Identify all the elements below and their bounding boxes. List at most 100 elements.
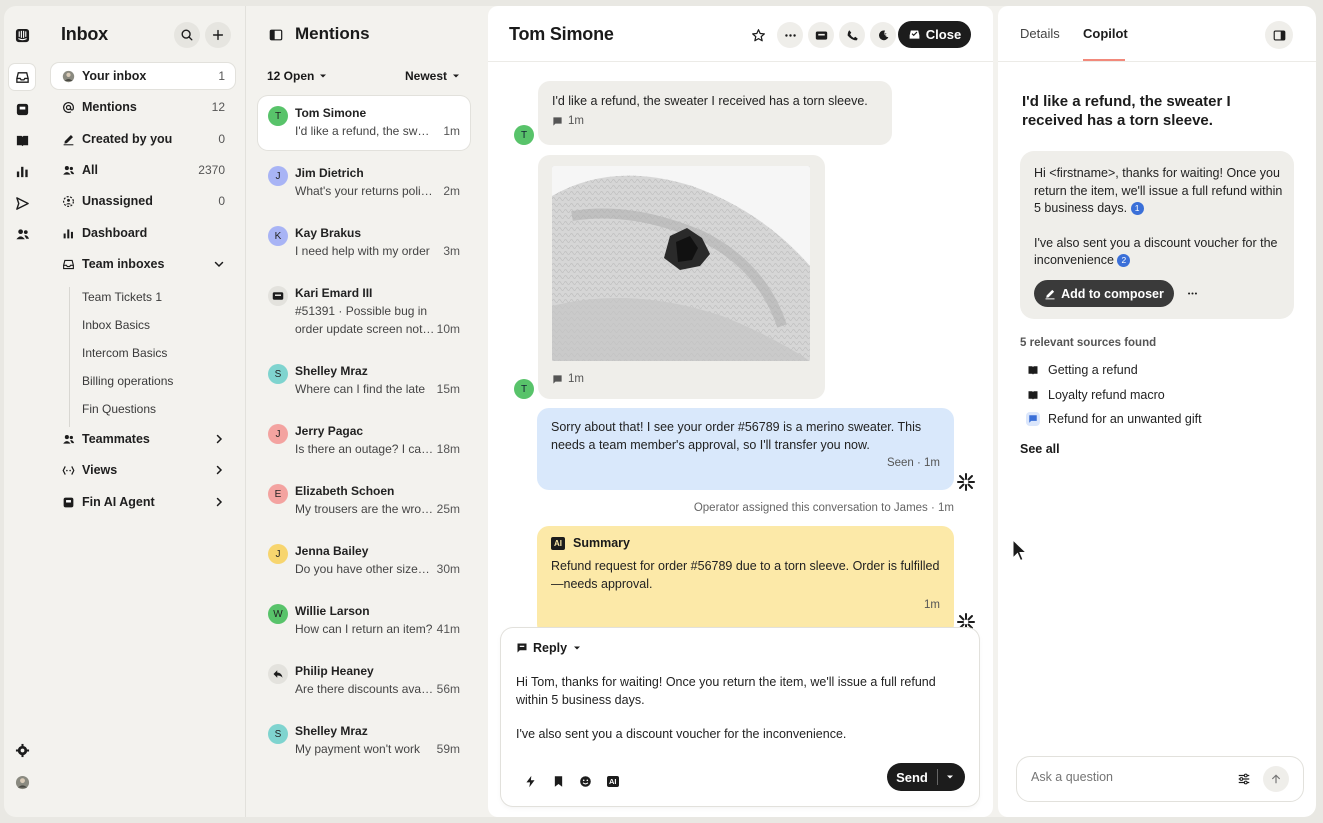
inbox-icon[interactable] — [9, 64, 35, 90]
more-options-icon[interactable] — [1186, 288, 1199, 299]
close-button-label: Close — [925, 27, 962, 42]
more-button[interactable] — [777, 22, 803, 48]
lightning-icon[interactable] — [524, 775, 537, 788]
send-options-caret-icon[interactable] — [945, 772, 955, 782]
contact-name: Philip Heaney — [295, 664, 374, 678]
ticket-button[interactable] — [808, 22, 834, 48]
message-preview: My trousers are the wrong size — [295, 502, 435, 516]
collapse-panel-button[interactable] — [1265, 21, 1293, 49]
reply-mode-dropdown[interactable]: Reply — [516, 641, 582, 655]
tab-copilot[interactable]: Copilot — [1083, 26, 1128, 41]
source-item[interactable]: Refund for an unwanted gift — [1026, 412, 1202, 426]
nav-item-views[interactable]: Views — [51, 457, 235, 483]
call-button[interactable] — [839, 22, 865, 48]
message-meta: Seen · 1m — [886, 457, 940, 469]
nav-item-mentions[interactable]: Mentions 12 — [51, 94, 235, 120]
intercom-logo-icon[interactable] — [9, 22, 35, 48]
source-reference-badge[interactable]: 1 — [1130, 202, 1144, 216]
nav-item-dashboard[interactable]: Dashboard — [51, 220, 235, 246]
composer-text[interactable]: Hi Tom, thanks for waiting! Once you ret… — [516, 674, 964, 744]
nav-item-unassigned[interactable]: Unassigned 0 — [51, 188, 235, 214]
message-preview: Is there an outage? I can't log in — [295, 442, 435, 456]
at-icon — [61, 100, 75, 114]
knowledge-icon[interactable] — [9, 127, 35, 153]
chat-icon — [553, 116, 562, 126]
contact-avatar: J — [268, 166, 288, 186]
nav-item-teammates[interactable]: Teammates — [51, 426, 235, 452]
user-avatar[interactable] — [9, 769, 35, 795]
source-label: Loyalty refund macro — [1048, 388, 1165, 402]
source-label: Getting a refund — [1048, 363, 1138, 377]
arrow-up-icon — [1272, 774, 1280, 784]
see-all-link[interactable]: See all — [1020, 442, 1060, 456]
conversation-item[interactable]: K Kay Brakus I need help with my order 3m — [258, 216, 470, 270]
torn-sweater-photo[interactable] — [552, 166, 810, 361]
panel-right-icon — [1273, 29, 1285, 41]
reply-arrow-icon — [268, 664, 288, 684]
conversation-title: Tom Simone — [509, 24, 614, 44]
contact-name: Willie Larson — [295, 604, 370, 618]
conversation-item[interactable]: T Tom Simone I'd like a refund, the swea… — [258, 96, 470, 150]
message-time: 3m — [443, 244, 460, 258]
conversation-item[interactable]: Kari Emard III #51391 · Possible bug in … — [258, 276, 470, 348]
ask-question-input[interactable] — [1031, 770, 1231, 784]
conversation-item[interactable]: J Jenna Bailey Do you have other sizes i… — [258, 534, 470, 588]
team-inbox-item[interactable]: Team Tickets 1 — [82, 290, 162, 304]
close-conversation-button[interactable]: Close — [898, 21, 971, 48]
nav-item-created-by-you[interactable]: Created by you 0 — [51, 126, 235, 152]
chevron-right-icon — [216, 497, 223, 507]
contact-name: Shelley Mraz — [295, 364, 368, 378]
contacts-icon[interactable] — [9, 221, 35, 247]
source-reference-badge[interactable]: 2 — [1117, 254, 1131, 268]
snooze-button[interactable]: z — [870, 22, 896, 48]
add-to-composer-button[interactable]: Add to composer — [1034, 280, 1174, 307]
conversation-item[interactable]: J Jerry Pagac Is there an outage? I can'… — [258, 414, 470, 468]
answer-paragraph-2: I've also sent you a discount voucher fo… — [1034, 235, 1278, 268]
ai-tools-button[interactable]: AI — [607, 776, 619, 787]
answer-paragraph-1: Hi <firstname>, thanks for waiting! Once… — [1034, 166, 1283, 215]
emoji-icon[interactable] — [579, 775, 592, 788]
message-time: 10m — [436, 322, 460, 336]
team-inbox-item[interactable]: Billing operations — [82, 374, 173, 388]
filters-icon[interactable] — [1237, 772, 1251, 786]
tab-details[interactable]: Details — [1020, 26, 1060, 41]
outbound-icon[interactable] — [9, 190, 35, 216]
team-inbox-item[interactable]: Inbox Basics — [82, 318, 150, 332]
sort-dropdown[interactable]: Newest — [405, 69, 461, 83]
reply-composer[interactable]: Reply Hi Tom, thanks for waiting! Once y… — [501, 628, 979, 806]
nav-item-label: Fin AI Agent — [82, 495, 155, 509]
source-item[interactable]: Getting a refund — [1026, 363, 1138, 377]
search-button[interactable] — [174, 22, 200, 48]
message-preview: I'd like a refund, the sweater has a tor… — [295, 124, 435, 138]
nav-item-label: Your inbox — [82, 69, 147, 83]
settings-icon[interactable] — [9, 737, 35, 763]
open-filter-dropdown[interactable]: 12 Open — [267, 69, 328, 83]
conversation-item[interactable]: S Shelley Mraz Where can I find the late… — [258, 354, 470, 408]
conversation-item[interactable]: E Elizabeth Schoen My trousers are the w… — [258, 474, 470, 528]
star-button[interactable] — [745, 22, 771, 48]
team-inbox-item[interactable]: Fin Questions — [82, 402, 156, 416]
bookmark-icon[interactable] — [552, 775, 565, 788]
copilot-question: I'd like a refund, the sweater I receive… — [1022, 93, 1231, 129]
conversation-item[interactable]: W Willie Larson How can I return an item… — [258, 594, 470, 648]
sidebar-toggle-icon[interactable] — [269, 28, 283, 42]
fin-icon[interactable] — [9, 96, 35, 122]
new-conversation-button[interactable] — [205, 22, 231, 48]
summary-time: 1m — [924, 599, 940, 611]
contact-name: Jim Dietrich — [295, 166, 364, 180]
reports-icon[interactable] — [9, 158, 35, 184]
nav-item-team-inboxes[interactable]: Team inboxes — [51, 251, 235, 277]
nav-item-fin-ai-agent[interactable]: Fin AI Agent — [51, 489, 235, 515]
submit-question-button[interactable] — [1263, 766, 1289, 792]
nav-item-all[interactable]: All 2370 — [51, 157, 235, 183]
conversation-item[interactable]: Philip Heaney Are there discounts availa… — [258, 654, 470, 708]
conversation-item[interactable]: J Jim Dietrich What's your returns polic… — [258, 156, 470, 210]
nav-item-count: 0 — [218, 132, 225, 146]
team-inbox-item[interactable]: Intercom Basics — [82, 346, 167, 360]
send-button[interactable]: Send — [887, 763, 965, 791]
summary-title: Summary — [573, 536, 630, 550]
nav-item-your-inbox[interactable]: Your inbox 1 — [51, 63, 235, 89]
conversation-item[interactable]: S Shelley Mraz My payment won't work 59m — [258, 714, 470, 768]
message-preview: How can I return an item? — [295, 622, 433, 636]
source-item[interactable]: Loyalty refund macro — [1026, 388, 1165, 402]
